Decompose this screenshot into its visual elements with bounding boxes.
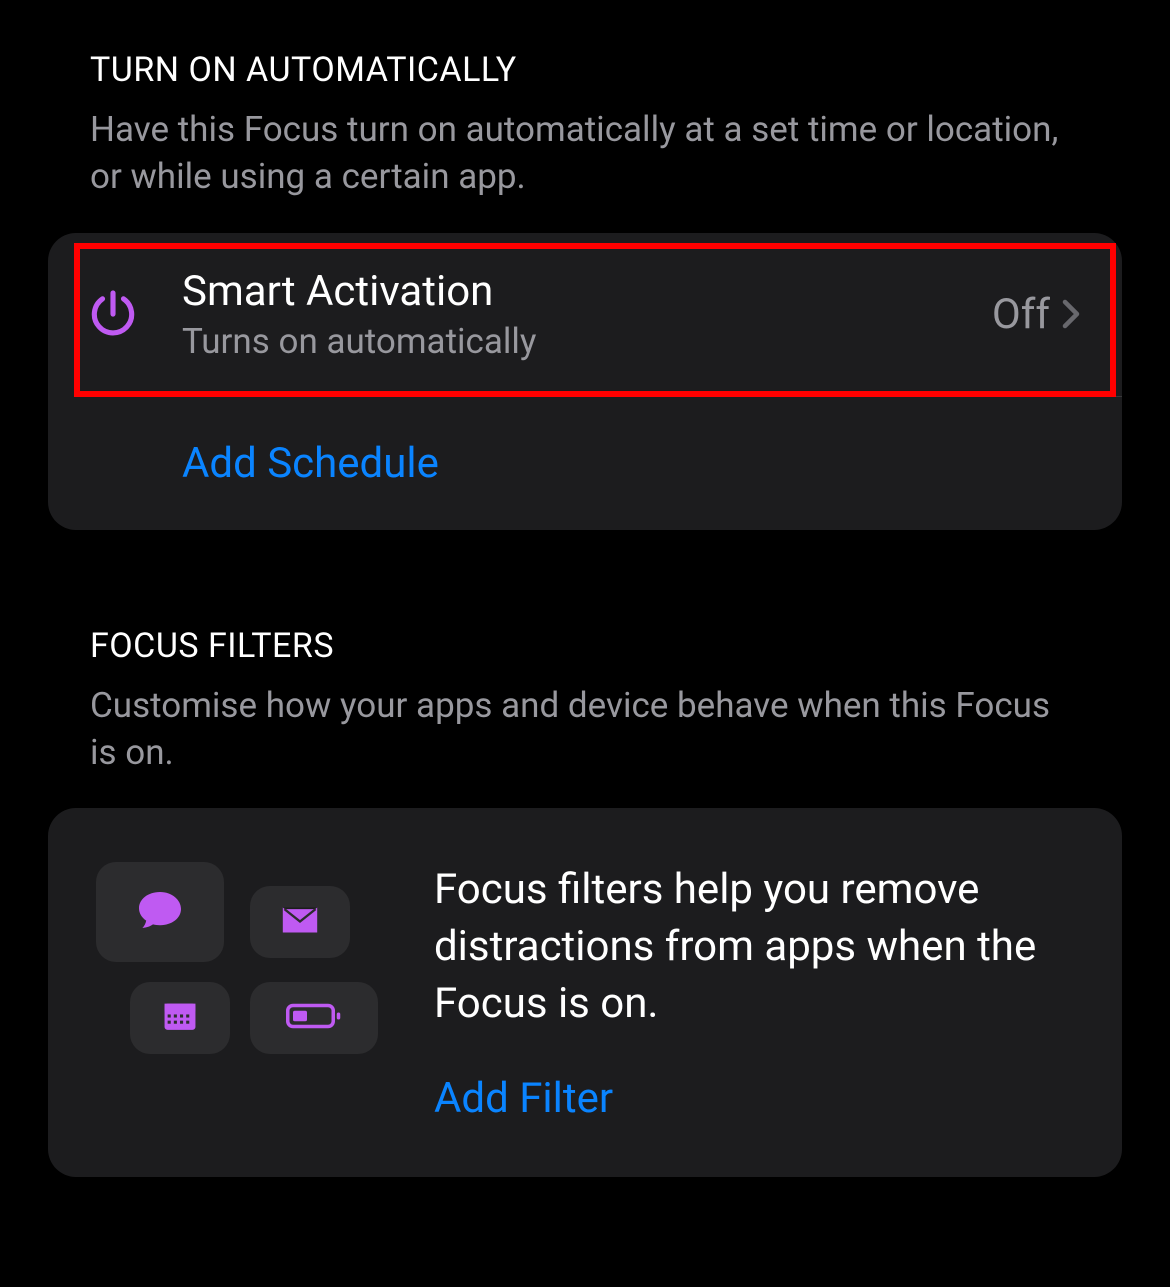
smart-activation-value: Off (992, 290, 1050, 339)
filter-icon-grid (96, 862, 378, 1054)
filters-content: Focus filters help you remove distractio… (434, 862, 1074, 1123)
smart-activation-content: Smart Activation Turns on automatically (182, 267, 992, 362)
add-schedule-label: Add Schedule (182, 439, 439, 488)
power-icon (82, 283, 144, 345)
focus-filters-section: FOCUS FILTERS Customise how your apps an… (48, 626, 1122, 1178)
smart-activation-row[interactable]: Smart Activation Turns on automatically … (48, 233, 1122, 396)
focus-filters-card: Focus filters help you remove distractio… (48, 808, 1122, 1177)
battery-icon (286, 1002, 342, 1034)
turn-on-card: Smart Activation Turns on automatically … (48, 233, 1122, 530)
add-filter-button[interactable]: Add Filter (434, 1074, 1074, 1123)
calendar-tile (130, 982, 230, 1054)
mail-icon (281, 906, 319, 938)
focus-filters-subtitle: Customise how your apps and device behav… (90, 682, 1080, 777)
add-filter-label: Add Filter (434, 1074, 613, 1123)
chevron-right-icon (1062, 298, 1080, 330)
mail-tile (250, 886, 350, 958)
smart-activation-title: Smart Activation (182, 267, 992, 317)
turn-on-automatically-section: TURN ON AUTOMATICALLY Have this Focus tu… (48, 50, 1122, 530)
turn-on-header: TURN ON AUTOMATICALLY (90, 50, 1122, 90)
focus-filters-header: FOCUS FILTERS (90, 626, 1122, 666)
turn-on-subtitle: Have this Focus turn on automatically at… (90, 106, 1080, 201)
battery-tile (250, 982, 378, 1054)
add-schedule-row[interactable]: Add Schedule (48, 397, 1122, 530)
calendar-icon (161, 999, 199, 1037)
speech-bubble-icon (136, 888, 184, 936)
messages-tile (96, 862, 224, 962)
filters-description: Focus filters help you remove distractio… (434, 862, 1074, 1032)
smart-activation-subtitle: Turns on automatically (182, 321, 992, 362)
